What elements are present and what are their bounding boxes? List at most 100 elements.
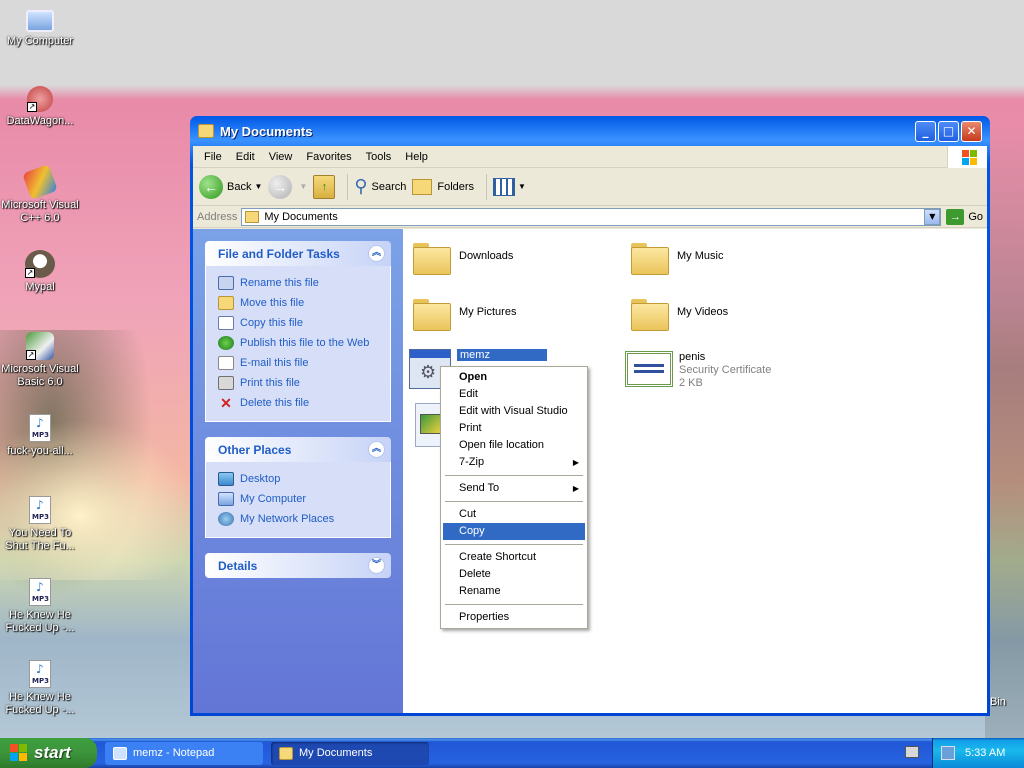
- menu-item-cut[interactable]: Cut: [443, 506, 585, 523]
- task-delete[interactable]: ✕ Delete this file: [218, 393, 380, 413]
- menu-item-7zip[interactable]: 7-Zip ▶: [443, 454, 585, 471]
- place-my-computer[interactable]: My Computer: [218, 489, 380, 509]
- menu-item-edit[interactable]: Edit: [443, 386, 585, 403]
- file-tasks-title: File and Folder Tasks: [218, 246, 340, 261]
- close-button[interactable]: ✕: [961, 120, 982, 142]
- place-label: My Computer: [240, 493, 307, 505]
- taskbar-button-my-documents[interactable]: My Documents: [271, 741, 429, 765]
- menu-item-label: Send To: [459, 482, 500, 494]
- explorer-body: File and Folder Tasks ︽ Rename this file…: [193, 229, 987, 713]
- menu-item-send-to[interactable]: Send To ▶: [443, 480, 585, 497]
- file-tasks-body: Rename this file Move this file Copy thi…: [205, 266, 391, 422]
- desktop-icon-my-computer[interactable]: My Computer: [0, 4, 80, 48]
- minimize-button[interactable]: _: [915, 120, 936, 142]
- menu-tools[interactable]: Tools: [359, 151, 399, 163]
- menu-item-delete[interactable]: Delete: [443, 566, 585, 583]
- up-button[interactable]: ↑: [313, 174, 336, 199]
- address-input[interactable]: My Documents: [241, 207, 942, 226]
- start-button[interactable]: start: [0, 738, 97, 768]
- file-name: penis: [679, 351, 706, 363]
- computer-icon: [26, 10, 54, 32]
- delete-x-icon: ✕: [220, 395, 232, 411]
- desktop-icon-mp3-3[interactable]: He Knew He Fucked Up -...: [0, 578, 80, 635]
- expand-icon[interactable]: ︾: [368, 557, 385, 574]
- address-dropdown-icon[interactable]: ▼: [924, 208, 941, 225]
- file-item-downloads[interactable]: Downloads: [411, 239, 513, 275]
- menu-item-print[interactable]: Print: [443, 420, 585, 437]
- taskbar-button-label: My Documents: [299, 747, 373, 759]
- details-panel: Details ︾: [205, 553, 391, 578]
- task-copy[interactable]: Copy this file: [218, 313, 380, 333]
- file-item-my-pictures[interactable]: My Pictures: [411, 295, 516, 331]
- menu-edit[interactable]: Edit: [229, 151, 262, 163]
- menu-item-copy[interactable]: Copy: [443, 523, 585, 540]
- task-pane: File and Folder Tasks ︽ Rename this file…: [193, 229, 403, 713]
- file-item-my-videos[interactable]: My Videos: [629, 295, 728, 331]
- menu-item-open-file-location[interactable]: Open file location: [443, 437, 585, 454]
- chevron-down-icon[interactable]: ▼: [254, 182, 262, 191]
- menu-view[interactable]: View: [262, 151, 300, 163]
- chevron-down-icon[interactable]: ▼: [518, 182, 526, 191]
- task-email[interactable]: E-mail this file: [218, 353, 380, 373]
- desktop-icon-visual-basic[interactable]: ↗ Microsoft Visual Basic 6.0: [0, 332, 80, 389]
- menu-help[interactable]: Help: [398, 151, 435, 163]
- folders-button[interactable]: Folders: [412, 178, 475, 195]
- task-rename[interactable]: Rename this file: [218, 273, 380, 293]
- network-tray-icon[interactable]: [941, 746, 955, 760]
- go-button[interactable]: → Go: [946, 208, 983, 225]
- mypal-icon: ↗: [25, 250, 55, 278]
- task-print[interactable]: Print this file: [218, 373, 380, 393]
- menu-item-open[interactable]: Open: [443, 369, 585, 386]
- search-icon: ⚲: [354, 176, 368, 196]
- details-header[interactable]: Details ︾: [205, 553, 391, 578]
- task-label: Move this file: [240, 297, 305, 309]
- other-places-header[interactable]: Other Places ︽: [205, 437, 391, 462]
- menu-favorites[interactable]: Favorites: [299, 151, 358, 163]
- menu-file[interactable]: File: [197, 151, 229, 163]
- context-menu: Open Edit Edit with Visual Studio Print …: [440, 366, 588, 629]
- clock[interactable]: 5:33 AM: [965, 747, 1005, 759]
- menu-item-rename[interactable]: Rename: [443, 583, 585, 600]
- menu-separator: [445, 604, 583, 605]
- music-folder-icon: [629, 239, 669, 275]
- mp3-file-icon: [29, 660, 51, 688]
- submenu-arrow-icon: ▶: [572, 484, 579, 493]
- file-item-penis[interactable]: penis Security Certificate 2 KB: [625, 351, 771, 390]
- visual-basic-icon: ↗: [26, 332, 54, 360]
- forward-button[interactable]: → ▼: [268, 174, 307, 199]
- notepad-icon: [113, 746, 127, 760]
- place-network[interactable]: My Network Places: [218, 509, 380, 529]
- collapse-icon[interactable]: ︽: [368, 245, 385, 262]
- chevron-down-icon[interactable]: ▼: [299, 182, 307, 191]
- mp3-file-icon: [29, 496, 51, 524]
- desktop-icon-visual-cpp[interactable]: Microsoft Visual C++ 6.0: [0, 164, 80, 225]
- menu-item-create-shortcut[interactable]: Create Shortcut: [443, 549, 585, 566]
- desktop-icon-mypal[interactable]: ↗ Mypal: [0, 250, 80, 294]
- place-desktop[interactable]: Desktop: [218, 469, 380, 489]
- menu-separator: [445, 501, 583, 502]
- menu-separator: [445, 475, 583, 476]
- details-title: Details: [218, 558, 258, 573]
- folders-label: Folders: [437, 180, 475, 193]
- views-button[interactable]: ▼: [493, 177, 526, 196]
- file-tasks-header[interactable]: File and Folder Tasks ︽: [205, 241, 391, 266]
- desktop-icon-datawagon[interactable]: ↗ DataWagon...: [0, 86, 80, 128]
- search-button[interactable]: ⚲ Search: [354, 176, 406, 197]
- menu-item-edit-visual-studio[interactable]: Edit with Visual Studio: [443, 403, 585, 420]
- desktop-icon-mp3-1[interactable]: fuck-you-all...: [0, 414, 80, 458]
- menu-item-label: 7-Zip: [459, 456, 485, 468]
- taskbar-button-notepad[interactable]: memz - Notepad: [105, 741, 263, 765]
- desktop-icon-mp3-2[interactable]: You Need To Shut The Fu...: [0, 496, 80, 553]
- title-bar[interactable]: My Documents _ □ ✕: [193, 116, 987, 146]
- back-button[interactable]: ← Back ▼: [199, 174, 262, 199]
- file-item-my-music[interactable]: My Music: [629, 239, 723, 275]
- search-label: Search: [371, 180, 407, 193]
- collapse-icon[interactable]: ︽: [368, 441, 385, 458]
- task-publish[interactable]: Publish this file to the Web: [218, 333, 380, 353]
- task-move[interactable]: Move this file: [218, 293, 380, 313]
- menu-item-properties[interactable]: Properties: [443, 609, 585, 626]
- maximize-button[interactable]: □: [938, 120, 959, 142]
- keyboard-icon[interactable]: [905, 746, 919, 758]
- other-places-body: Desktop My Computer My Network Places: [205, 462, 391, 538]
- desktop-icon-mp3-4[interactable]: He Knew He Fucked Up -...: [0, 660, 80, 717]
